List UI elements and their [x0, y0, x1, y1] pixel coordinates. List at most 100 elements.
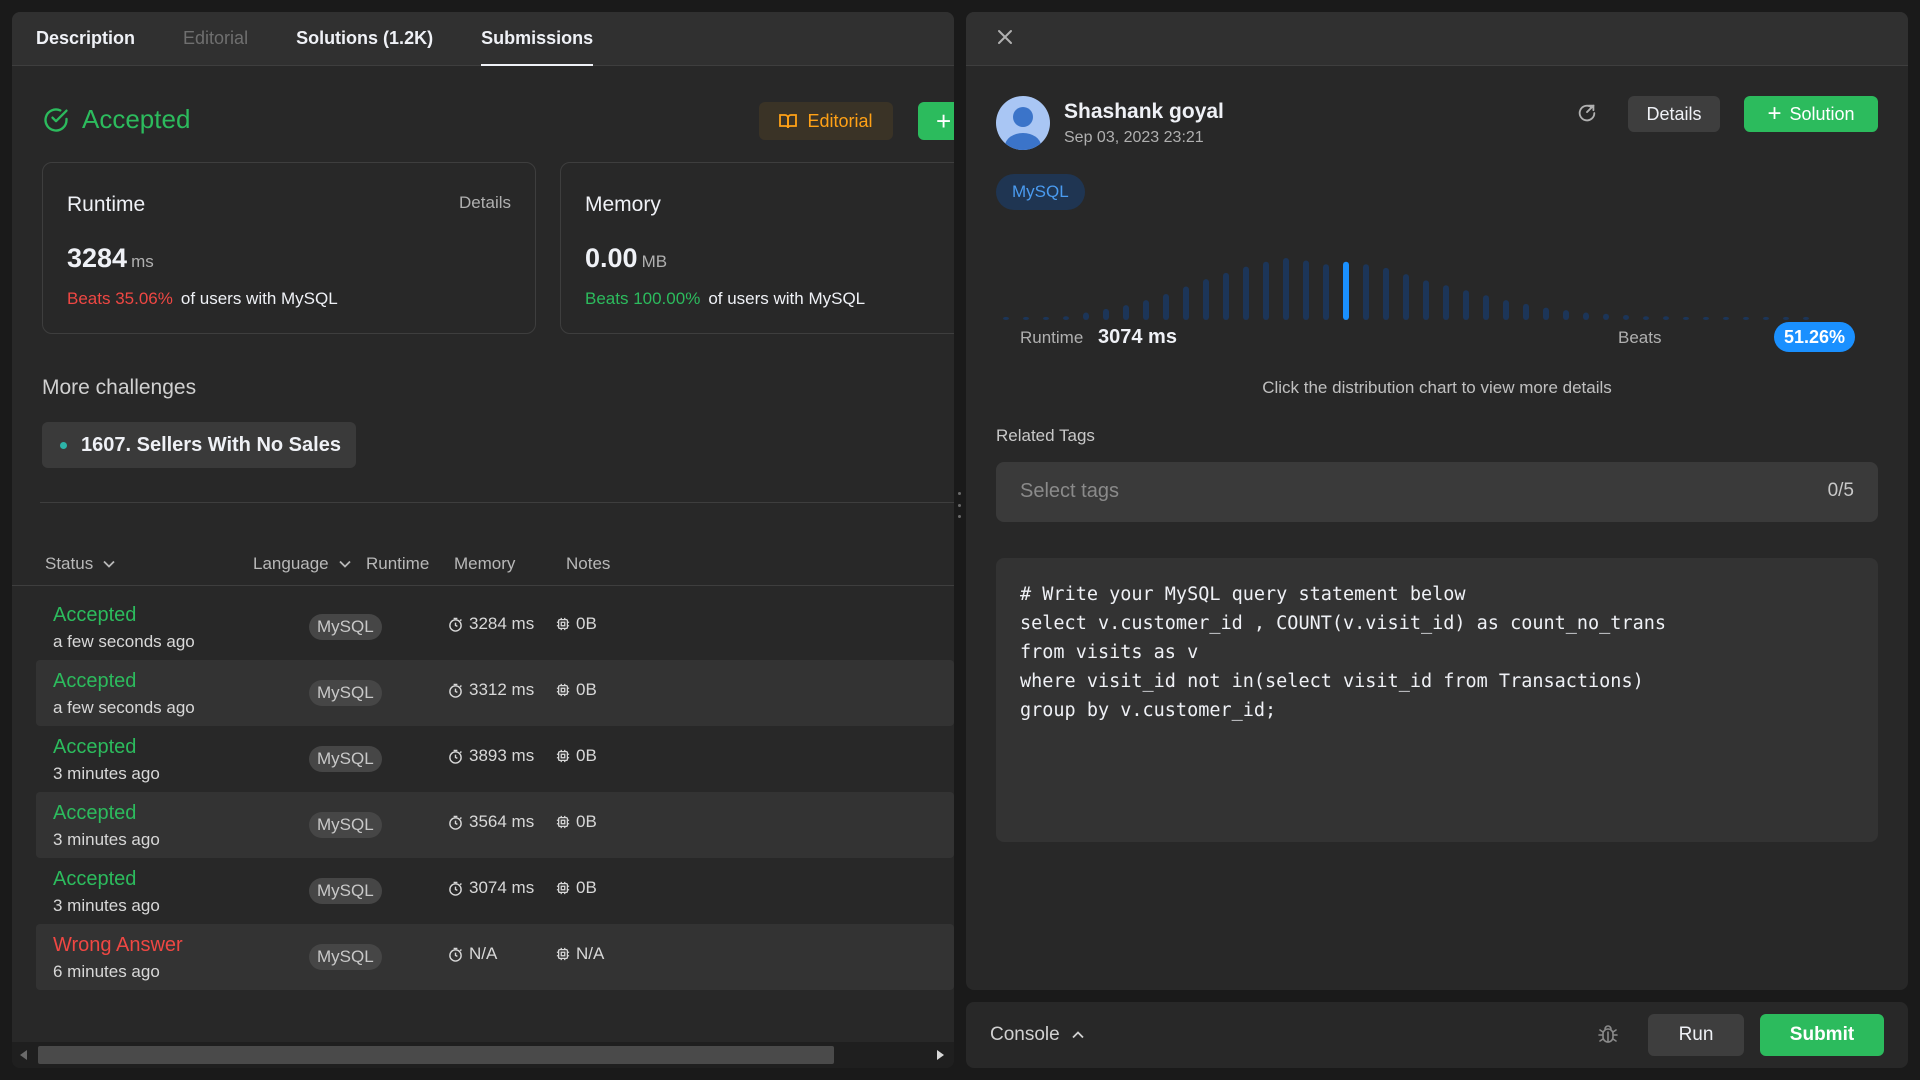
- submit-button[interactable]: Submit: [1760, 1014, 1884, 1056]
- runtime-beats: Beats 35.06% of users with MySQL: [67, 289, 338, 308]
- distribution-bar-current[interactable]: [1343, 261, 1349, 320]
- tab-submissions[interactable]: Submissions: [481, 12, 594, 66]
- distribution-bar[interactable]: [1283, 258, 1289, 320]
- scroll-right-arrow-icon[interactable]: [937, 1050, 944, 1060]
- runtime-card[interactable]: Runtime Details 3284 ms Beats 35.06% of us…: [42, 162, 536, 334]
- row-status[interactable]: Accepted: [53, 604, 136, 627]
- table-row[interactable]: Accepted a few seconds ago MySQL 3312 ms 0B: [36, 660, 954, 726]
- console-toggle[interactable]: Console: [990, 1024, 1084, 1046]
- distribution-bar[interactable]: [1103, 308, 1109, 320]
- status-column-header[interactable]: Status: [45, 554, 115, 574]
- challenge-link[interactable]: 1607. Sellers With No Sales: [42, 422, 356, 468]
- share-icon[interactable]: [1576, 102, 1598, 124]
- language-column-header[interactable]: Language: [253, 554, 351, 574]
- row-status[interactable]: Wrong Answer: [53, 934, 183, 957]
- row-memory: 0B: [556, 746, 597, 766]
- close-icon[interactable]: [996, 28, 1014, 46]
- distribution-bar[interactable]: [1803, 316, 1809, 320]
- distribution-bar[interactable]: [1743, 316, 1749, 320]
- row-time: a few seconds ago: [53, 632, 195, 651]
- result-header: Accepted: [42, 104, 190, 135]
- scrollbar-thumb[interactable]: [38, 1046, 834, 1064]
- distribution-bar[interactable]: [1163, 293, 1169, 320]
- table-row[interactable]: Wrong Answer 6 minutes ago MySQL N/A N/A: [36, 924, 954, 990]
- distribution-bar[interactable]: [1323, 264, 1329, 320]
- row-memory: N/A: [556, 944, 604, 964]
- distribution-bar[interactable]: [1123, 305, 1129, 320]
- distribution-bar[interactable]: [1563, 310, 1569, 320]
- distribution-bar[interactable]: [1243, 266, 1249, 320]
- distribution-bar[interactable]: [1363, 264, 1369, 320]
- runtime-details-link[interactable]: Details: [459, 193, 511, 213]
- distribution-bar[interactable]: [1083, 312, 1089, 320]
- timer-icon: [449, 617, 462, 632]
- distribution-bar[interactable]: [1043, 316, 1049, 320]
- row-time: a few seconds ago: [53, 698, 195, 717]
- tab-description[interactable]: Description: [36, 12, 135, 66]
- runtime-distribution-chart[interactable]: [996, 242, 1816, 322]
- panel-resize-handle[interactable]: [958, 492, 962, 518]
- distribution-bar[interactable]: [1723, 316, 1729, 320]
- row-status[interactable]: Accepted: [53, 868, 136, 891]
- distribution-bar[interactable]: [1603, 313, 1609, 320]
- tab-bar: Description Editorial Solutions (1.2K) S…: [12, 12, 954, 66]
- distribution-bar[interactable]: [1543, 307, 1549, 320]
- beats-badge: 51.26%: [1774, 322, 1856, 352]
- chevron-up-icon: [1072, 1031, 1084, 1039]
- distribution-bar[interactable]: [1303, 260, 1309, 320]
- distribution-bar[interactable]: [1263, 261, 1269, 320]
- run-button[interactable]: Run: [1648, 1014, 1744, 1056]
- tags-select[interactable]: Select tags 0/5: [996, 462, 1878, 522]
- memory-chip-icon: [556, 947, 570, 961]
- details-button[interactable]: Details: [1628, 96, 1720, 132]
- distribution-bar[interactable]: [1203, 279, 1209, 320]
- tab-editorial[interactable]: Editorial: [183, 12, 248, 66]
- table-row[interactable]: Accepted 3 minutes ago MySQL 3074 ms 0B: [36, 858, 954, 924]
- avatar[interactable]: [996, 96, 1050, 150]
- memory-card[interactable]: Memory 0.00 MB Beats 100.00% of users with…: [560, 162, 954, 334]
- table-row[interactable]: Accepted 3 minutes ago MySQL 3564 ms 0B: [36, 792, 954, 858]
- distribution-bar[interactable]: [1583, 312, 1589, 320]
- horizontal-scrollbar[interactable]: [12, 1042, 954, 1068]
- distribution-bar[interactable]: [1483, 295, 1489, 320]
- memory-chip-icon: [556, 815, 570, 829]
- table-row[interactable]: Accepted 3 minutes ago MySQL 3893 ms 0B: [36, 726, 954, 792]
- distribution-bar[interactable]: [1663, 316, 1669, 320]
- distribution-bar[interactable]: [1223, 272, 1229, 320]
- distribution-bar[interactable]: [1503, 300, 1509, 320]
- distribution-bar[interactable]: [1063, 316, 1069, 320]
- add-solution-button[interactable]: +: [918, 102, 954, 140]
- distribution-bar[interactable]: [1383, 267, 1389, 320]
- distribution-bar[interactable]: [1023, 316, 1029, 320]
- editorial-button[interactable]: Editorial: [759, 102, 893, 140]
- user-name[interactable]: Shashank goyal: [1064, 100, 1224, 124]
- distribution-bar[interactable]: [1783, 316, 1789, 320]
- code-line: # Write your MySQL query statement below: [1020, 584, 1466, 605]
- solution-button[interactable]: + Solution: [1744, 96, 1878, 132]
- tags-count: 0/5: [1827, 480, 1854, 501]
- row-status[interactable]: Accepted: [53, 736, 136, 759]
- row-status[interactable]: Accepted: [53, 802, 136, 825]
- scroll-left-arrow-icon[interactable]: [20, 1050, 27, 1060]
- timer-icon: [449, 749, 462, 764]
- distribution-bar[interactable]: [1143, 300, 1149, 320]
- distribution-bar[interactable]: [1003, 316, 1009, 320]
- distribution-bar[interactable]: [1683, 316, 1689, 320]
- tab-solutions[interactable]: Solutions (1.2K): [296, 12, 433, 66]
- chevron-down-icon: [103, 560, 115, 568]
- distribution-bar[interactable]: [1763, 316, 1769, 320]
- distribution-bar[interactable]: [1463, 290, 1469, 320]
- distribution-bar[interactable]: [1403, 274, 1409, 320]
- row-time: 6 minutes ago: [53, 962, 160, 981]
- table-row[interactable]: Accepted a few seconds ago MySQL 3284 ms 0B: [36, 594, 954, 660]
- debug-bug-icon[interactable]: [1596, 1022, 1620, 1046]
- distribution-bar[interactable]: [1423, 280, 1429, 320]
- distribution-bar[interactable]: [1523, 303, 1529, 320]
- distribution-bar[interactable]: [1183, 286, 1189, 320]
- code-view[interactable]: # Write your MySQL query statement below…: [996, 558, 1878, 842]
- distribution-bar[interactable]: [1643, 316, 1649, 320]
- row-status[interactable]: Accepted: [53, 670, 136, 693]
- distribution-bar[interactable]: [1623, 315, 1629, 320]
- distribution-bar[interactable]: [1443, 285, 1449, 320]
- distribution-bar[interactable]: [1703, 316, 1709, 320]
